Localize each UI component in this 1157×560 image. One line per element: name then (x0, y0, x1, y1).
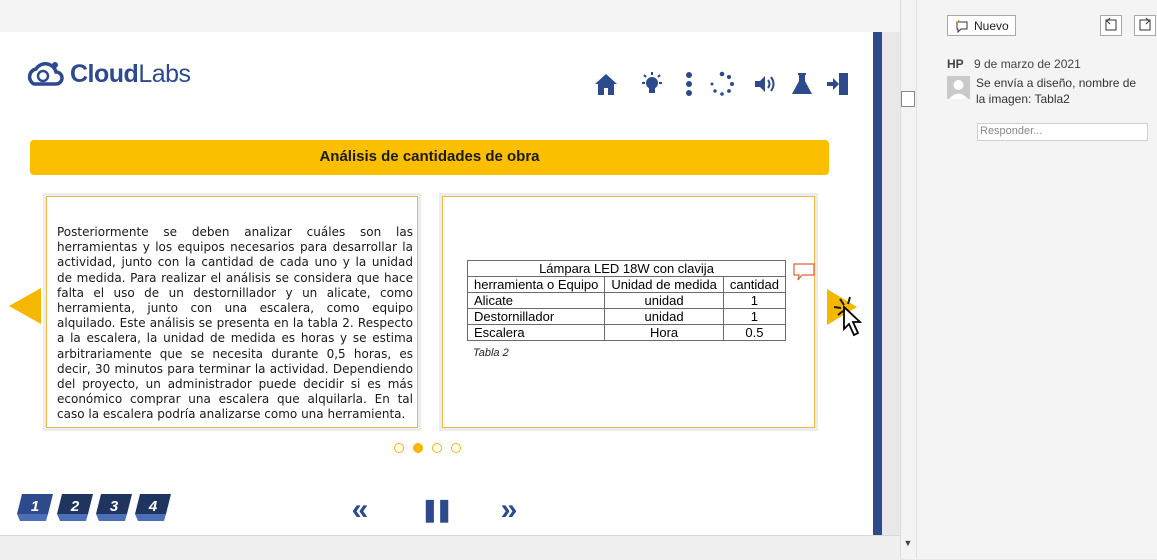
cloudlabs-logo: CloudLabs (24, 56, 214, 96)
carousel-dot[interactable] (432, 443, 442, 453)
next-comment-icon (1139, 17, 1151, 31)
table-caption: Tabla 2 (473, 347, 509, 359)
slide-title: Análisis de cantidades de obra (30, 140, 829, 175)
page-button-1[interactable]: 1 (16, 493, 54, 523)
home-icon[interactable] (592, 70, 620, 98)
avatar (947, 76, 970, 99)
table-title: Lámpara LED 18W con clavija (467, 260, 786, 277)
checkbox[interactable] (901, 91, 915, 107)
new-comment-icon (956, 19, 968, 33)
window-top-strip (0, 0, 900, 32)
previous-comment-icon (1105, 17, 1117, 31)
previous-comment-button[interactable] (1100, 15, 1122, 36)
slide-right-border (873, 32, 882, 535)
table-card: Lámpara LED 18W con clavija herramienta … (442, 196, 815, 428)
next-slide-arrow-icon[interactable] (824, 287, 870, 343)
page-button-4[interactable]: 4 (134, 493, 172, 523)
cloudlabs-logo-icon (27, 62, 64, 86)
new-comment-label: Nuevo (974, 19, 1009, 33)
table-cell: unidad (604, 308, 724, 325)
page-button-label: 1 (30, 498, 40, 515)
volume-icon[interactable] (752, 70, 780, 98)
page-button-3[interactable]: 3 (95, 493, 133, 523)
pause-button[interactable]: ❚❚ (420, 496, 454, 524)
next-comment-button[interactable] (1134, 15, 1156, 36)
table-cell: Hora (604, 324, 724, 341)
window-bottom-strip (0, 535, 900, 560)
comment-text: Se envía a diseño, nombre de la imagen: … (976, 76, 1137, 106)
logo-text-light: Labs (138, 60, 191, 88)
table-header: Unidad de medida (604, 276, 724, 293)
table-row: Alicate unidad 1 (466, 292, 787, 309)
text-card: Posteriormente se deben analizar cuáles … (46, 196, 418, 428)
comment-bubble-icon[interactable] (792, 262, 815, 281)
page-button-label: 3 (109, 498, 119, 515)
table-cell: 0.5 (722, 324, 787, 341)
logo-text-bold: Cloud (70, 60, 139, 88)
table-cell: 1 (722, 308, 787, 325)
slide-page: CloudLabs Análisis de cantidades de obra… (0, 32, 882, 535)
flask-icon[interactable] (788, 70, 816, 98)
table-cell: 1 (722, 292, 787, 309)
table-cell: Alicate (466, 292, 606, 309)
new-comment-button[interactable]: Nuevo (947, 15, 1016, 36)
prev-slide-arrow-icon[interactable] (7, 286, 43, 326)
more-vertical-icon[interactable] (676, 70, 704, 98)
table-cell: Destornillador (466, 308, 606, 325)
exit-icon[interactable] (824, 70, 852, 98)
carousel-dot[interactable] (451, 443, 461, 453)
reply-input[interactable]: Responder... (977, 123, 1148, 141)
lightbulb-icon[interactable] (638, 70, 666, 98)
table-header: herramienta o Equipo (466, 276, 606, 293)
table-cell: unidad (604, 292, 724, 309)
table-row: Destornillador unidad 1 (466, 308, 787, 325)
next-button[interactable]: » (494, 495, 524, 525)
comment-author: HP (947, 57, 964, 71)
table-header: cantidad (722, 276, 787, 293)
loading-icon[interactable] (708, 70, 736, 98)
carousel-dot-active[interactable] (413, 443, 423, 453)
comment-date: 9 de marzo de 2021 (974, 57, 1081, 71)
slide-paragraph: Posteriormente se deben analizar cuáles … (57, 225, 413, 422)
previous-button[interactable]: « (345, 495, 375, 525)
materials-table: Lámpara LED 18W con clavija herramienta … (466, 260, 787, 341)
vertical-scrollbar[interactable]: ▼ (900, 0, 916, 559)
page-button-2[interactable]: 2 (56, 493, 94, 523)
page-button-label: 2 (70, 498, 80, 515)
page-button-label: 4 (148, 498, 158, 515)
carousel-dot[interactable] (394, 443, 404, 453)
table-row: Escalera Hora 0.5 (466, 324, 787, 341)
scroll-down-icon[interactable]: ▼ (901, 536, 915, 550)
table-cell: Escalera (466, 324, 606, 341)
